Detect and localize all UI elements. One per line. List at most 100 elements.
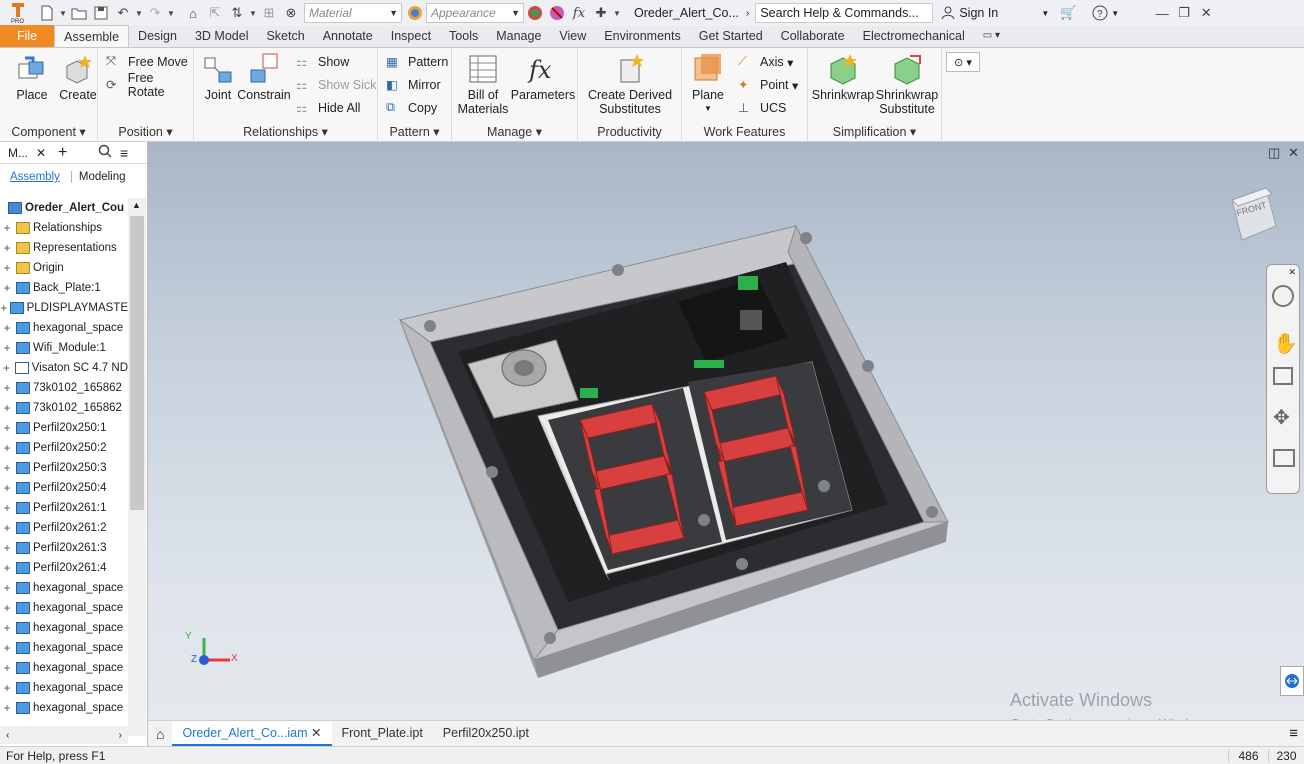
chevron-right-icon[interactable]: ›: [746, 8, 749, 19]
bill-of-materials-button[interactable]: Bill of Materials: [456, 52, 510, 116]
tree-root[interactable]: Oreder_Alert_Cou: [0, 198, 128, 218]
new-file-icon[interactable]: [36, 2, 58, 24]
scroll-right-icon[interactable]: ›: [119, 730, 122, 741]
tree-item[interactable]: + Relationships: [0, 218, 128, 238]
expand-icon[interactable]: +: [0, 341, 14, 355]
expand-icon[interactable]: +: [0, 481, 14, 495]
copy-button[interactable]: ⧉ Copy: [386, 98, 437, 118]
tree-item[interactable]: + Perfil20x261:2: [0, 518, 128, 538]
relationships-panel-label[interactable]: Relationships ▾: [194, 124, 377, 139]
tile-view-icon[interactable]: ◫: [1268, 145, 1280, 161]
ucs-button[interactable]: ⊥ UCS: [738, 98, 786, 118]
minimize-icon[interactable]: —: [1151, 2, 1173, 24]
tree-item[interactable]: + hexagonal_space: [0, 698, 128, 718]
doc-tab-front-plate[interactable]: Front_Plate.ipt: [332, 721, 433, 746]
manage-panel-label[interactable]: Manage ▾: [452, 124, 577, 139]
chevron-down-icon[interactable]: ▼: [134, 2, 144, 24]
tree-item[interactable]: +73k0102_165862: [0, 378, 128, 398]
chevron-down-icon[interactable]: ▼: [58, 2, 68, 24]
save-icon[interactable]: [90, 2, 112, 24]
free-rotate-button[interactable]: ⟳ Free Rotate: [106, 71, 193, 99]
mirror-button[interactable]: ◧ Mirror: [386, 75, 441, 95]
cart-icon[interactable]: 🛒: [1057, 2, 1079, 24]
tree-item[interactable]: + PLDISPLAYMASTE: [0, 298, 128, 318]
parameters-button[interactable]: fx Parameters: [510, 52, 576, 102]
tab-assemble[interactable]: Assemble: [54, 25, 130, 47]
tab-modeling[interactable]: Modeling: [79, 171, 126, 183]
expand-icon[interactable]: +: [0, 701, 14, 715]
plane-button[interactable]: Plane ▼: [688, 52, 728, 116]
expand-icon[interactable]: +: [0, 681, 14, 695]
tree-item[interactable]: + Perfil20x250:2: [0, 438, 128, 458]
steering-wheel-icon[interactable]: [1272, 285, 1294, 307]
scroll-left-icon[interactable]: ‹: [6, 730, 9, 741]
help-icon[interactable]: ?: [1089, 2, 1111, 24]
appearance-select[interactable]: Appearance ▼: [426, 3, 524, 23]
expand-icon[interactable]: +: [0, 241, 14, 255]
tree-item[interactable]: + Perfil20x250:1: [0, 418, 128, 438]
ribbon-options-button[interactable]: ▭ ▾: [974, 25, 1009, 47]
simplification-panel-label[interactable]: Simplification ▾: [808, 124, 941, 139]
tab-get-started[interactable]: Get Started: [690, 25, 772, 47]
create-button[interactable]: Create: [56, 52, 100, 102]
constrain-button[interactable]: Constrain: [237, 52, 291, 102]
undo-icon[interactable]: ↶: [112, 2, 134, 24]
expand-icon[interactable]: +: [0, 281, 14, 295]
expand-icon[interactable]: +: [0, 581, 14, 595]
menu-icon[interactable]: ≡: [1289, 725, 1298, 742]
show-sick-button[interactable]: ⚏ Show Sick: [296, 75, 376, 95]
tree-item[interactable]: + hexagonal_space: [0, 678, 128, 698]
expand-icon[interactable]: +: [0, 461, 14, 475]
pattern-button[interactable]: ▦ Pattern: [386, 52, 448, 72]
tree-item[interactable]: + Perfil20x261:1: [0, 498, 128, 518]
browser-hscrollbar[interactable]: ‹ ›: [0, 726, 128, 744]
plus-icon[interactable]: ✚: [590, 2, 612, 24]
point-button[interactable]: ✦ Point ▾: [738, 75, 798, 95]
sign-in-link[interactable]: Sign In: [959, 6, 1041, 20]
restore-icon[interactable]: ❐: [1173, 2, 1195, 24]
zoom-icon[interactable]: [1273, 367, 1293, 385]
tab-file[interactable]: File: [0, 25, 55, 47]
tab-3d-model[interactable]: 3D Model: [186, 25, 258, 47]
expand-icon[interactable]: +: [0, 441, 14, 455]
tree-item[interactable]: + Representations: [0, 238, 128, 258]
adjust-appearance-icon[interactable]: [524, 2, 546, 24]
search-input[interactable]: Search Help & Commands...: [755, 3, 934, 23]
add-browser-icon[interactable]: +: [58, 144, 80, 162]
tree-item[interactable]: + Visaton SC 4.7 ND: [0, 358, 128, 378]
cancel-icon[interactable]: ⊗: [280, 2, 302, 24]
tab-collaborate[interactable]: Collaborate: [772, 25, 854, 47]
expand-icon[interactable]: +: [0, 541, 14, 555]
expand-icon[interactable]: +: [0, 221, 14, 235]
show-button[interactable]: ⚏ Show: [296, 52, 349, 72]
tree-item[interactable]: + hexagonal_space: [0, 318, 128, 338]
tree-item[interactable]: + hexagonal_space: [0, 638, 128, 658]
expand-icon[interactable]: +: [0, 601, 14, 615]
tree-item[interactable]: + hexagonal_space: [0, 618, 128, 638]
tab-tools[interactable]: Tools: [440, 25, 487, 47]
chevron-down-icon[interactable]: ▼: [1111, 9, 1119, 18]
user-icon[interactable]: [937, 2, 959, 24]
expand-icon[interactable]: +: [0, 561, 14, 575]
tree-item[interactable]: + Perfil20x250:4: [0, 478, 128, 498]
place-button[interactable]: Place: [10, 52, 54, 102]
fx-icon[interactable]: fx: [568, 2, 590, 24]
chevron-down-icon[interactable]: ▼: [1041, 9, 1049, 18]
close-icon[interactable]: ✕: [36, 146, 58, 160]
shrinkwrap-button[interactable]: Shrinkwrap: [812, 52, 874, 102]
tree-item[interactable]: + Perfil20x250:3: [0, 458, 128, 478]
teamviewer-icon[interactable]: [1280, 666, 1304, 696]
appearance-icon[interactable]: [404, 2, 426, 24]
tree-item[interactable]: + Perfil20x261:3: [0, 538, 128, 558]
tab-electromechanical[interactable]: Electromechanical: [854, 25, 974, 47]
tree-item[interactable]: + Back_Plate:1: [0, 278, 128, 298]
look-at-icon[interactable]: [1273, 449, 1295, 467]
shrinkwrap-substitute-button[interactable]: Shrinkwrap Substitute: [874, 52, 940, 116]
scroll-up-icon[interactable]: ▲: [132, 200, 141, 210]
tab-design[interactable]: Design: [129, 25, 186, 47]
material-select[interactable]: Material ▼: [304, 3, 402, 23]
tree-item[interactable]: + hexagonal_space: [0, 578, 128, 598]
component-panel-label[interactable]: Component ▾: [0, 124, 97, 139]
free-move-button[interactable]: ⤧ Free Move: [106, 52, 188, 72]
hide-all-button[interactable]: ⚏ Hide All: [296, 98, 360, 118]
